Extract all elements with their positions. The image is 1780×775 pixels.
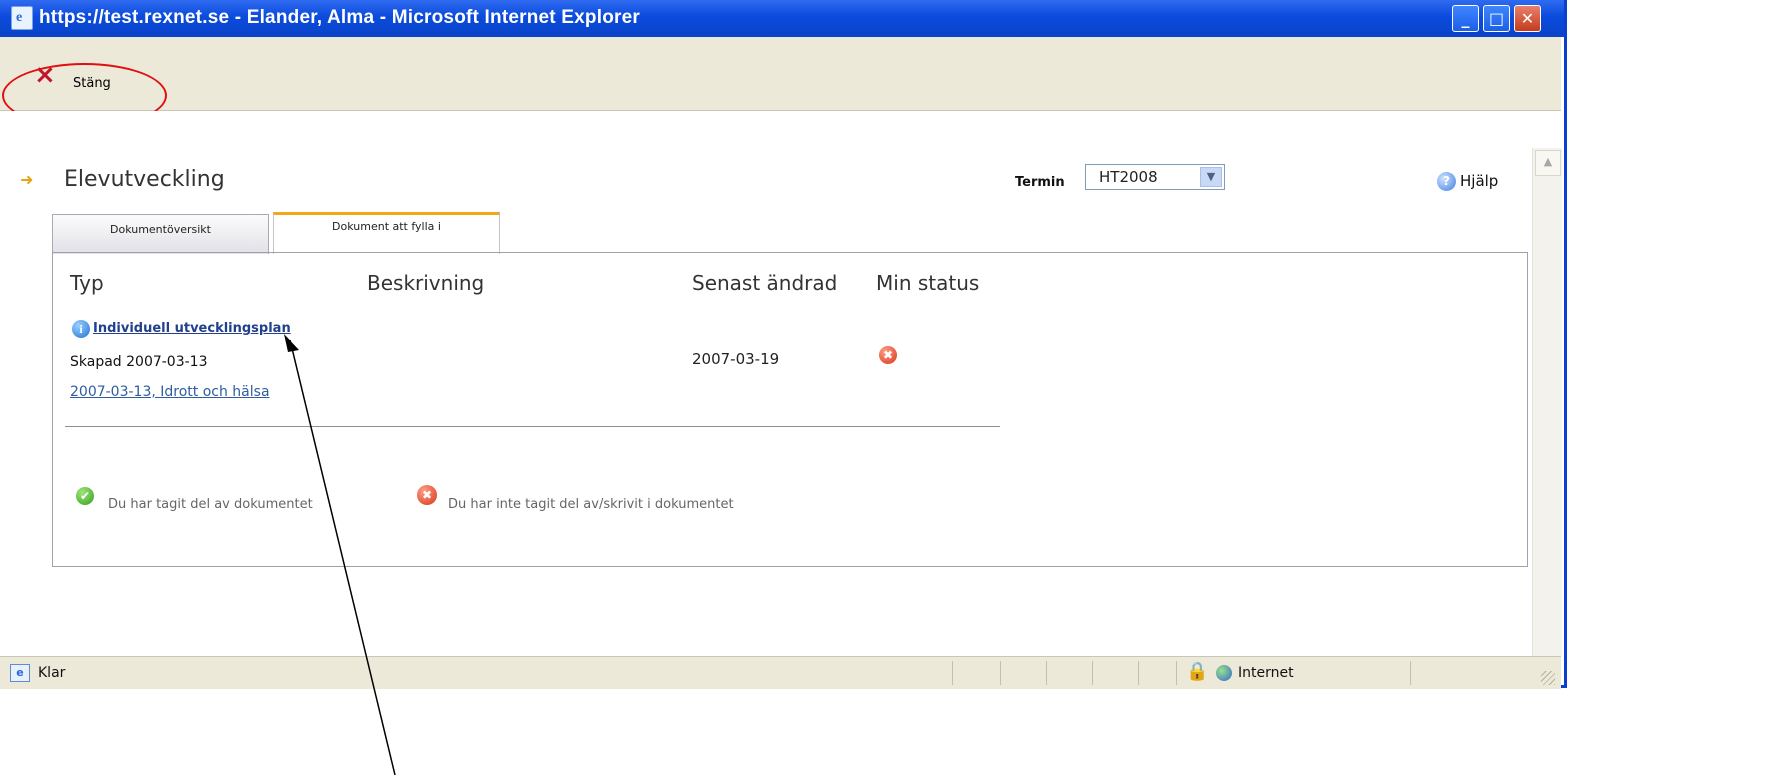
annotation-arrow: [284, 334, 396, 775]
